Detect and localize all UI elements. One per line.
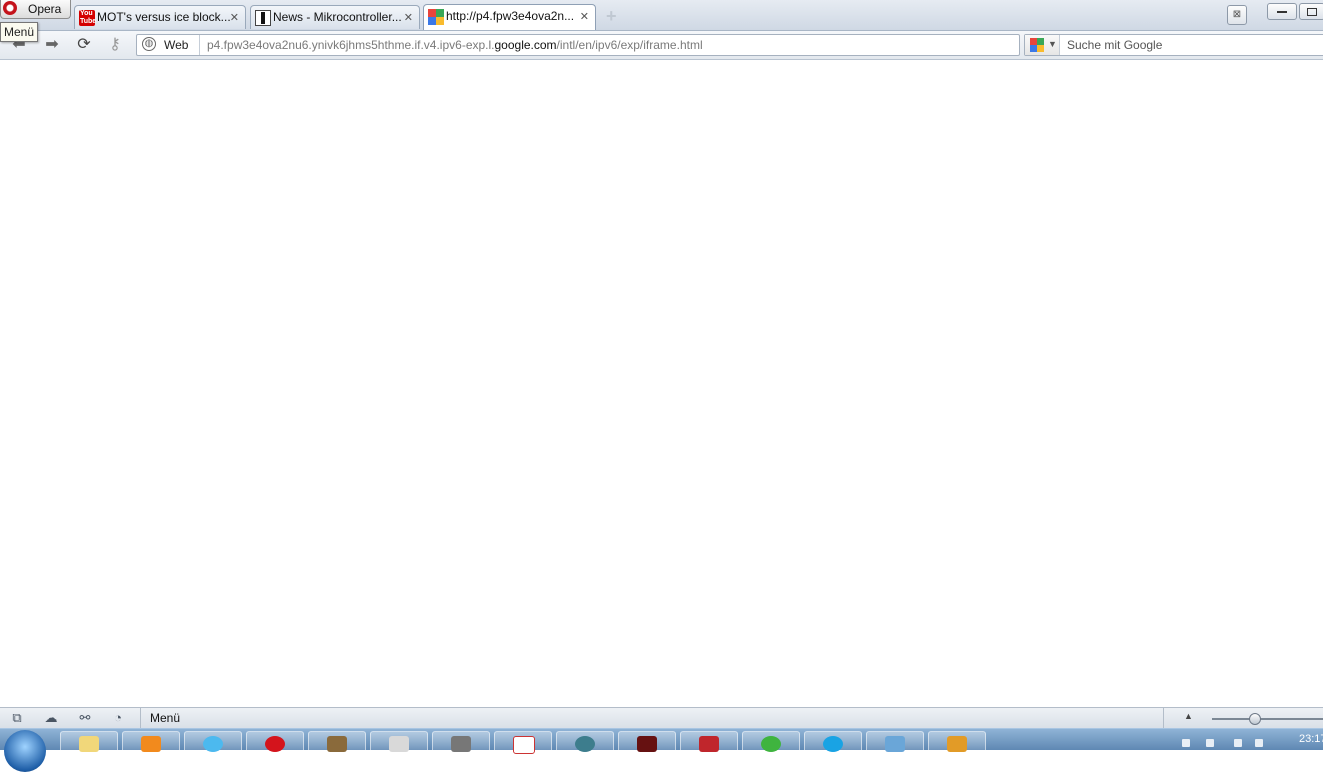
- taskbar-media-player-button[interactable]: [122, 731, 180, 752]
- address-field[interactable]: ◍ Web p4.fpw3e4ova2nu6.ynivk6jhms5hthme.…: [136, 34, 1020, 56]
- tab-bar: Opera You Tube MOT's versus ice block...…: [0, 0, 1323, 31]
- pencil-icon: [327, 736, 347, 752]
- tab-title: http://p4.fpw3e4ova2n...: [446, 9, 575, 23]
- folder-icon: [79, 736, 99, 752]
- view-toggle-up-icon[interactable]: ▲: [1184, 711, 1193, 721]
- blue-circle-app-icon: [203, 736, 223, 752]
- menu-tooltip: Menü: [0, 22, 39, 42]
- wand-key-icon[interactable]: ⚷: [106, 36, 124, 54]
- taskbar-webcam-button[interactable]: [556, 731, 614, 752]
- tab-title: MOT's versus ice block...: [97, 10, 231, 24]
- youtube-icon-text: You Tube: [80, 10, 97, 25]
- taskbar-clock[interactable]: 23:17: [1299, 733, 1323, 745]
- globe-icon: ◍: [142, 37, 156, 51]
- icq-flower-icon: [761, 736, 781, 752]
- status-bar: ⧉ ☁ ⚯ ◔ Menü ▲: [0, 707, 1323, 729]
- tray-chevron-icon[interactable]: [1182, 739, 1190, 747]
- search-engine-selector[interactable]: ▼: [1025, 35, 1060, 55]
- close-tab-icon[interactable]: ✕: [230, 11, 239, 24]
- zoom-slider-handle[interactable]: [1249, 713, 1261, 725]
- windows-start-orb-icon[interactable]: [4, 730, 46, 772]
- navigation-bar: ⬅ ➡ ⟳ ⚷ ◍ Web p4.fpw3e4ova2nu6.ynivk6jhm…: [0, 31, 1323, 60]
- restore-button[interactable]: [1299, 3, 1323, 20]
- minimize-button[interactable]: [1267, 3, 1297, 20]
- address-divider: [199, 35, 200, 55]
- taskbar-icq-button[interactable]: [742, 731, 800, 752]
- opera-icon: [265, 736, 285, 752]
- bug-icon: [637, 736, 657, 752]
- taskbar-opera-button[interactable]: [246, 731, 304, 752]
- reload-icon[interactable]: ⟳: [75, 36, 93, 54]
- webcam-icon: [575, 736, 595, 752]
- windows-taskbar: 23:17: [0, 728, 1323, 772]
- chart-app-icon: [513, 736, 535, 754]
- chevron-down-icon: ▼: [1048, 39, 1057, 49]
- close-tab-icon[interactable]: ✕: [580, 10, 589, 23]
- taskbar-editor-button[interactable]: [308, 731, 366, 752]
- taskbar-video-button[interactable]: [432, 731, 490, 752]
- pdf-icon: [699, 736, 719, 752]
- url-prefix: p4.fpw3e4ova2nu6.ynivk6jhms5hthme.if.v4.…: [207, 38, 495, 52]
- panel-toggle-icon[interactable]: ⧉: [9, 711, 25, 725]
- media-player-icon: [141, 736, 161, 752]
- search-placeholder: Suche mit Google: [1067, 38, 1163, 52]
- url-domain: google.com: [494, 38, 557, 52]
- youtube-icon: You Tube: [79, 10, 97, 26]
- google-icon: [1030, 38, 1044, 52]
- status-divider: [1163, 708, 1164, 729]
- address-badge-label: Web: [164, 38, 189, 52]
- opera-menu-label: Opera: [28, 2, 62, 16]
- turbo-gauge-icon[interactable]: ◔: [110, 711, 126, 725]
- taskbar-blue-app-button[interactable]: [184, 731, 242, 752]
- zoom-slider-track[interactable]: [1212, 718, 1323, 720]
- picture-icon: [885, 736, 905, 752]
- google-icon: [428, 9, 444, 25]
- opera-link-icon[interactable]: ⚯: [77, 711, 93, 725]
- taskbar-picture-viewer-button[interactable]: [866, 731, 924, 752]
- taskbar-pdf-button[interactable]: [680, 731, 738, 752]
- status-divider: [140, 708, 141, 729]
- tab-youtube[interactable]: You Tube MOT's versus ice block... ✕: [74, 5, 246, 29]
- mikrocontroller-icon: [255, 10, 271, 26]
- url-suffix: /intl/en/ipv6/exp/iframe.html: [556, 38, 703, 52]
- tray-network-icon[interactable]: [1234, 739, 1242, 747]
- tray-volume-icon[interactable]: [1255, 739, 1263, 747]
- page-content[interactable]: [0, 60, 1323, 707]
- close-tab-icon[interactable]: ✕: [404, 11, 413, 24]
- tray-power-icon[interactable]: [1206, 739, 1214, 747]
- film-reel-icon: [451, 736, 471, 752]
- skype-icon: [823, 736, 843, 752]
- taskbar-app-button[interactable]: [928, 731, 986, 752]
- tool-icon: [389, 736, 409, 752]
- closed-tabs-trash-icon[interactable]: ⊠: [1227, 5, 1247, 25]
- opera-menu-button[interactable]: Opera: [0, 0, 71, 19]
- taskbar-skype-button[interactable]: [804, 731, 862, 752]
- taskbar-tool-button[interactable]: [370, 731, 428, 752]
- app-icon: [947, 736, 967, 752]
- new-tab-plus-icon[interactable]: +: [606, 7, 620, 25]
- opera-unite-cloud-icon[interactable]: ☁: [43, 711, 59, 725]
- opera-logo-icon: [3, 1, 17, 15]
- taskbar-explorer-button[interactable]: [60, 731, 118, 752]
- tab-title: News - Mikrocontroller...: [273, 10, 402, 24]
- status-menu-label: Menü: [150, 711, 181, 725]
- search-field[interactable]: ▼ Suche mit Google: [1024, 34, 1323, 56]
- forward-arrow-icon[interactable]: ➡: [43, 36, 61, 54]
- tab-google-ipv6[interactable]: http://p4.fpw3e4ova2n... ✕: [423, 4, 596, 30]
- taskbar-chart-app-button[interactable]: [494, 731, 552, 754]
- taskbar-bug-app-button[interactable]: [618, 731, 676, 752]
- tab-mikrocontroller[interactable]: News - Mikrocontroller... ✕: [250, 5, 420, 29]
- address-url[interactable]: p4.fpw3e4ova2nu6.ynivk6jhms5hthme.if.v4.…: [207, 38, 703, 52]
